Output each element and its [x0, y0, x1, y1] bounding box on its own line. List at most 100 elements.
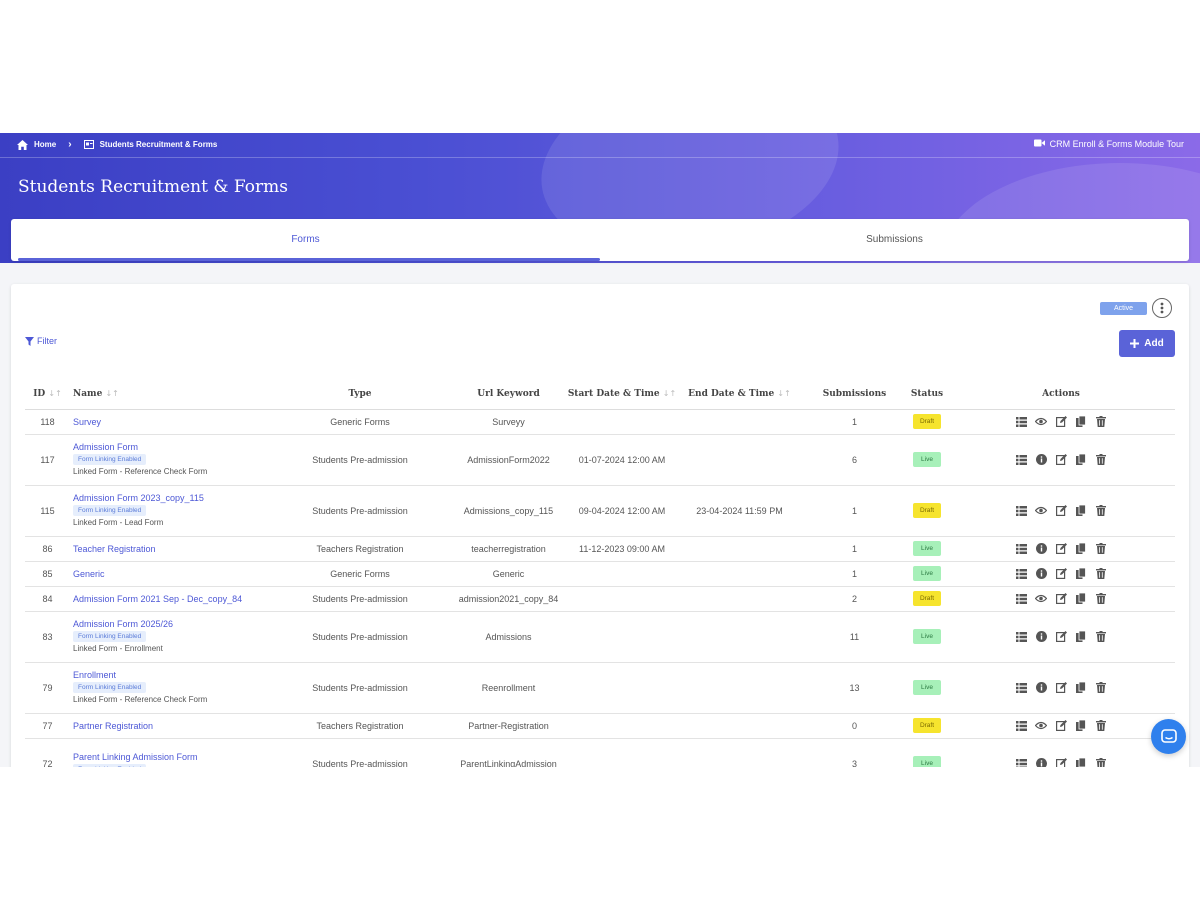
copy-icon[interactable]	[1075, 453, 1088, 466]
list-icon[interactable]	[1015, 542, 1028, 555]
col-name[interactable]: Name ↓↑	[70, 379, 270, 410]
copy-icon[interactable]	[1075, 567, 1088, 580]
form-name-link[interactable]: Generic	[73, 568, 270, 580]
info-icon[interactable]	[1035, 567, 1048, 580]
row-url-keyword: teacherregistration	[450, 536, 567, 562]
info-icon[interactable]	[1035, 630, 1048, 643]
row-start-date: 09-04-2024 12:00 AM	[567, 485, 677, 537]
tab-submissions[interactable]: Submissions	[600, 219, 1189, 261]
copy-icon[interactable]	[1075, 504, 1088, 517]
list-icon[interactable]	[1015, 592, 1028, 605]
view-icon[interactable]	[1035, 719, 1048, 732]
trash-icon[interactable]	[1095, 415, 1108, 428]
row-submissions: 1	[802, 536, 907, 562]
form-name-link[interactable]: Teacher Registration	[73, 543, 270, 555]
status-badge: Live	[913, 756, 941, 767]
copy-icon[interactable]	[1075, 592, 1088, 605]
list-icon[interactable]	[1015, 630, 1028, 643]
edit-icon[interactable]	[1055, 504, 1068, 517]
view-icon[interactable]	[1035, 415, 1048, 428]
form-linking-badge: Form Linking Enabled	[73, 454, 147, 465]
filter-button[interactable]: Filter	[25, 336, 57, 346]
status-badge: Live	[913, 541, 941, 556]
trash-icon[interactable]	[1095, 681, 1108, 694]
trash-icon[interactable]	[1095, 542, 1108, 555]
forms-icon	[83, 140, 94, 149]
table-row: 79 Enrollment Form Linking Enabled Linked F…	[25, 662, 1175, 714]
row-submissions: 2	[802, 586, 907, 612]
edit-icon[interactable]	[1055, 567, 1068, 580]
copy-icon[interactable]	[1075, 719, 1088, 732]
edit-icon[interactable]	[1055, 757, 1068, 767]
video-icon	[1033, 139, 1045, 149]
info-icon[interactable]	[1035, 453, 1048, 466]
edit-icon[interactable]	[1055, 542, 1068, 555]
copy-icon[interactable]	[1075, 681, 1088, 694]
add-form-button[interactable]: Add	[1119, 330, 1175, 357]
edit-icon[interactable]	[1055, 592, 1068, 605]
col-end-date[interactable]: End Date & Time ↓↑	[677, 379, 802, 410]
row-name-cell: Admission Form 2025/26 Form Linking Enabl…	[70, 611, 270, 663]
row-name-cell: Admission Form 2021 Sep - Dec_copy_84	[70, 586, 270, 612]
form-name-link[interactable]: Partner Registration	[73, 720, 270, 732]
copy-icon[interactable]	[1075, 542, 1088, 555]
list-icon[interactable]	[1015, 504, 1028, 517]
trash-icon[interactable]	[1095, 592, 1108, 605]
trash-icon[interactable]	[1095, 757, 1108, 767]
more-options-button[interactable]	[1152, 298, 1172, 318]
trash-icon[interactable]	[1095, 719, 1108, 732]
form-name-link[interactable]: Parent Linking Admission Form	[73, 751, 270, 763]
view-icon[interactable]	[1035, 504, 1048, 517]
list-icon[interactable]	[1015, 757, 1028, 767]
list-icon[interactable]	[1015, 415, 1028, 428]
form-name-link[interactable]: Admission Form 2023_copy_115	[73, 492, 270, 504]
trash-icon[interactable]	[1095, 567, 1108, 580]
row-submissions: 1	[802, 409, 907, 435]
row-actions	[947, 434, 1175, 486]
edit-icon[interactable]	[1055, 415, 1068, 428]
row-start-date	[567, 738, 677, 767]
row-url-keyword: Admissions	[450, 611, 567, 663]
form-name-link[interactable]: Admission Form 2025/26	[73, 618, 270, 630]
edit-icon[interactable]	[1055, 719, 1068, 732]
view-icon[interactable]	[1035, 592, 1048, 605]
tab-forms[interactable]: Forms	[11, 219, 600, 261]
row-type: Students Pre-admission	[270, 434, 450, 486]
row-status-cell: Draft	[907, 409, 947, 435]
form-name-link[interactable]: Admission Form 2021 Sep - Dec_copy_84	[73, 593, 270, 605]
row-type: Teachers Registration	[270, 713, 450, 739]
info-icon[interactable]	[1035, 681, 1048, 694]
edit-icon[interactable]	[1055, 630, 1068, 643]
info-icon[interactable]	[1035, 542, 1048, 555]
chevron-right-icon: ›	[68, 139, 72, 150]
edit-icon[interactable]	[1055, 453, 1068, 466]
form-name-link[interactable]: Survey	[73, 416, 270, 428]
col-start-date[interactable]: Start Date & Time ↓↑	[567, 379, 677, 410]
trash-icon[interactable]	[1095, 453, 1108, 466]
breadcrumb-home[interactable]: Home	[34, 140, 56, 149]
col-id[interactable]: ID ↓↑	[25, 379, 70, 410]
form-name-link[interactable]: Admission Form	[73, 441, 270, 453]
list-icon[interactable]	[1015, 681, 1028, 694]
module-tour-link[interactable]: CRM Enroll & Forms Module Tour	[1033, 139, 1184, 149]
copy-icon[interactable]	[1075, 757, 1088, 767]
chat-button[interactable]	[1151, 719, 1186, 754]
list-icon[interactable]	[1015, 567, 1028, 580]
list-icon[interactable]	[1015, 453, 1028, 466]
copy-icon[interactable]	[1075, 415, 1088, 428]
home-icon[interactable]	[17, 139, 28, 150]
form-name-link[interactable]: Enrollment	[73, 669, 270, 681]
status-badge: Draft	[913, 591, 941, 606]
trash-icon[interactable]	[1095, 504, 1108, 517]
row-start-date	[567, 409, 677, 435]
row-id: 115	[25, 485, 70, 537]
copy-icon[interactable]	[1075, 630, 1088, 643]
edit-icon[interactable]	[1055, 681, 1068, 694]
row-submissions: 13	[802, 662, 907, 714]
list-icon[interactable]	[1015, 719, 1028, 732]
row-name-cell: Partner Registration	[70, 713, 270, 739]
trash-icon[interactable]	[1095, 630, 1108, 643]
active-filter-badge[interactable]: Active	[1100, 302, 1147, 315]
info-icon[interactable]	[1035, 757, 1048, 767]
row-id: 84	[25, 586, 70, 612]
